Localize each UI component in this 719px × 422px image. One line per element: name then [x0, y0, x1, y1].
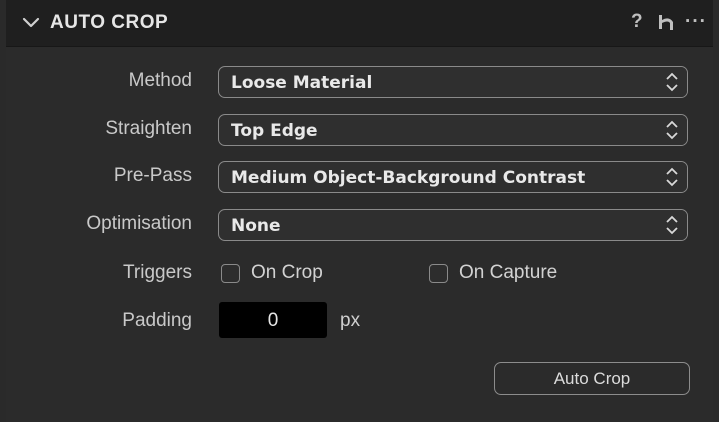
on-capture-checkbox[interactable]: [429, 264, 448, 283]
auto-crop-panel: AUTO CROP ? ··· Method Loose Material St…: [6, 0, 713, 422]
up-down-chevron-icon: [657, 162, 687, 192]
chevron-down-icon[interactable]: [22, 14, 40, 32]
auto-crop-button[interactable]: Auto Crop: [494, 362, 690, 395]
panel-title: AUTO CROP: [50, 12, 169, 33]
straighten-value: Top Edge: [231, 121, 318, 141]
reset-icon[interactable]: [657, 13, 677, 33]
prepass-label: Pre-Pass: [113, 165, 192, 186]
help-icon[interactable]: ?: [631, 11, 643, 33]
optimisation-select[interactable]: None: [218, 209, 688, 241]
straighten-select[interactable]: Top Edge: [218, 114, 688, 146]
optimisation-value: None: [231, 216, 281, 236]
on-capture-label[interactable]: On Capture: [459, 262, 557, 284]
panel-header[interactable]: AUTO CROP ? ···: [6, 0, 713, 47]
method-select[interactable]: Loose Material: [218, 66, 688, 98]
more-options-icon[interactable]: ···: [685, 11, 707, 33]
up-down-chevron-icon: [657, 67, 687, 97]
padding-value: 0: [267, 310, 279, 331]
straighten-label: Straighten: [105, 118, 192, 139]
prepass-select[interactable]: Medium Object-Background Contrast: [218, 161, 688, 193]
padding-unit: px: [340, 310, 361, 331]
up-down-chevron-icon: [657, 115, 687, 145]
padding-input[interactable]: 0: [219, 302, 327, 338]
padding-label: Padding: [122, 310, 192, 331]
method-label: Method: [128, 70, 192, 91]
prepass-value: Medium Object-Background Contrast: [231, 168, 586, 188]
optimisation-label: Optimisation: [86, 213, 192, 234]
on-crop-label[interactable]: On Crop: [251, 262, 323, 284]
method-value: Loose Material: [231, 73, 373, 93]
triggers-label: Triggers: [123, 262, 192, 283]
up-down-chevron-icon: [657, 210, 687, 240]
on-crop-checkbox[interactable]: [221, 264, 240, 283]
